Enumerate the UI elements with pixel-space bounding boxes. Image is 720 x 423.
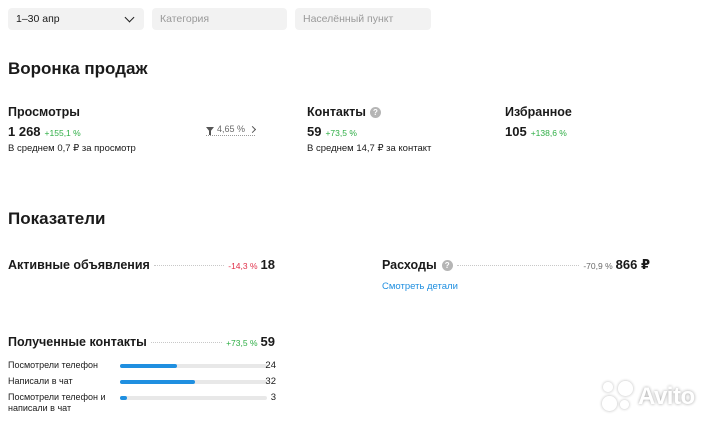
favorites-label: Избранное	[505, 105, 572, 119]
breakdown-value: 24	[265, 360, 276, 371]
breakdown-label: Посмотрели телефон	[8, 360, 98, 370]
contacts-average: В среднем 14,7 ₽ за контакт	[307, 143, 432, 154]
dotted-leader	[456, 265, 580, 266]
contacts-change: +73,5 %	[325, 128, 357, 138]
funnel-contacts: Контакты ? 59 +73,5 % В среднем 14,7 ₽ з…	[307, 104, 431, 154]
chevron-down-icon	[124, 12, 135, 22]
received-contacts-row: Полученные контакты +73,5 % 59	[8, 334, 275, 349]
progress-fill	[120, 364, 178, 368]
see-details-link[interactable]: Смотреть детали	[382, 281, 458, 292]
help-icon[interactable]: ?	[369, 106, 381, 118]
received-contacts-value: 59	[260, 334, 275, 349]
breakdown-value: 3	[270, 392, 276, 403]
breakdown-label: Посмотрели телефон и написали в чат	[8, 392, 106, 413]
active-ads-label: Активные объявления	[8, 258, 150, 272]
received-contacts-change: +73,5 %	[226, 338, 258, 348]
expenses-value: 866 ₽	[615, 257, 650, 272]
location-placeholder: Населённый пункт	[303, 13, 394, 25]
funnel-icon	[206, 126, 214, 135]
filter-bar: 1–30 апр Категория Населённый пункт	[8, 8, 431, 30]
active-ads-value: 18	[260, 257, 275, 272]
received-contacts-label: Полученные контакты	[8, 335, 147, 349]
views-change: +155,1 %	[44, 128, 81, 138]
expenses-label: Расходы	[382, 258, 437, 272]
breakdown-value: 32	[265, 376, 276, 387]
progress-track	[120, 364, 267, 368]
conversion-link[interactable]: 4,65 %	[206, 124, 257, 136]
location-select[interactable]: Населённый пункт	[295, 8, 431, 30]
category-placeholder: Категория	[160, 13, 210, 25]
progress-fill	[120, 396, 128, 400]
favorites-change: +138,6 %	[530, 128, 567, 138]
contacts-label: Контакты	[307, 105, 366, 119]
funnel-title: Воронка продаж	[8, 59, 148, 78]
favorites-value: 105	[505, 124, 527, 139]
breakdown-label: Написали в чат	[8, 376, 73, 386]
avito-watermark: Avito	[600, 380, 695, 414]
views-value: 1 268	[8, 124, 41, 139]
progress-track	[120, 396, 267, 400]
date-range-value: 1–30 апр	[16, 13, 60, 25]
date-range-select[interactable]: 1–30 апр	[8, 8, 144, 30]
expenses-row: Расходы ? -70,9 % 866 ₽	[382, 257, 650, 273]
contacts-value: 59	[307, 124, 322, 139]
dotted-leader	[153, 265, 225, 266]
chevron-right-icon	[248, 125, 257, 133]
metrics-title: Показатели	[8, 209, 106, 228]
progress-track	[120, 380, 267, 384]
active-ads-row: Активные объявления -14,3 % 18	[8, 257, 275, 272]
progress-fill	[120, 380, 195, 384]
watermark-text: Avito	[638, 383, 695, 410]
views-label: Просмотры	[8, 105, 80, 119]
views-average: В среднем 0,7 ₽ за просмотр	[8, 143, 136, 154]
funnel-favorites: Избранное 105 +138,6 %	[505, 104, 572, 140]
category-select[interactable]: Категория	[152, 8, 287, 30]
help-icon[interactable]: ?	[441, 259, 453, 271]
expenses-change: -70,9 %	[583, 261, 613, 271]
dotted-leader	[150, 342, 223, 343]
funnel-views: Просмотры 1 268 +155,1 % В среднем 0,7 ₽…	[8, 104, 136, 154]
active-ads-change: -14,3 %	[228, 261, 258, 271]
avito-logo-icon	[600, 380, 634, 414]
conversion-value: 4,65 %	[217, 124, 246, 134]
